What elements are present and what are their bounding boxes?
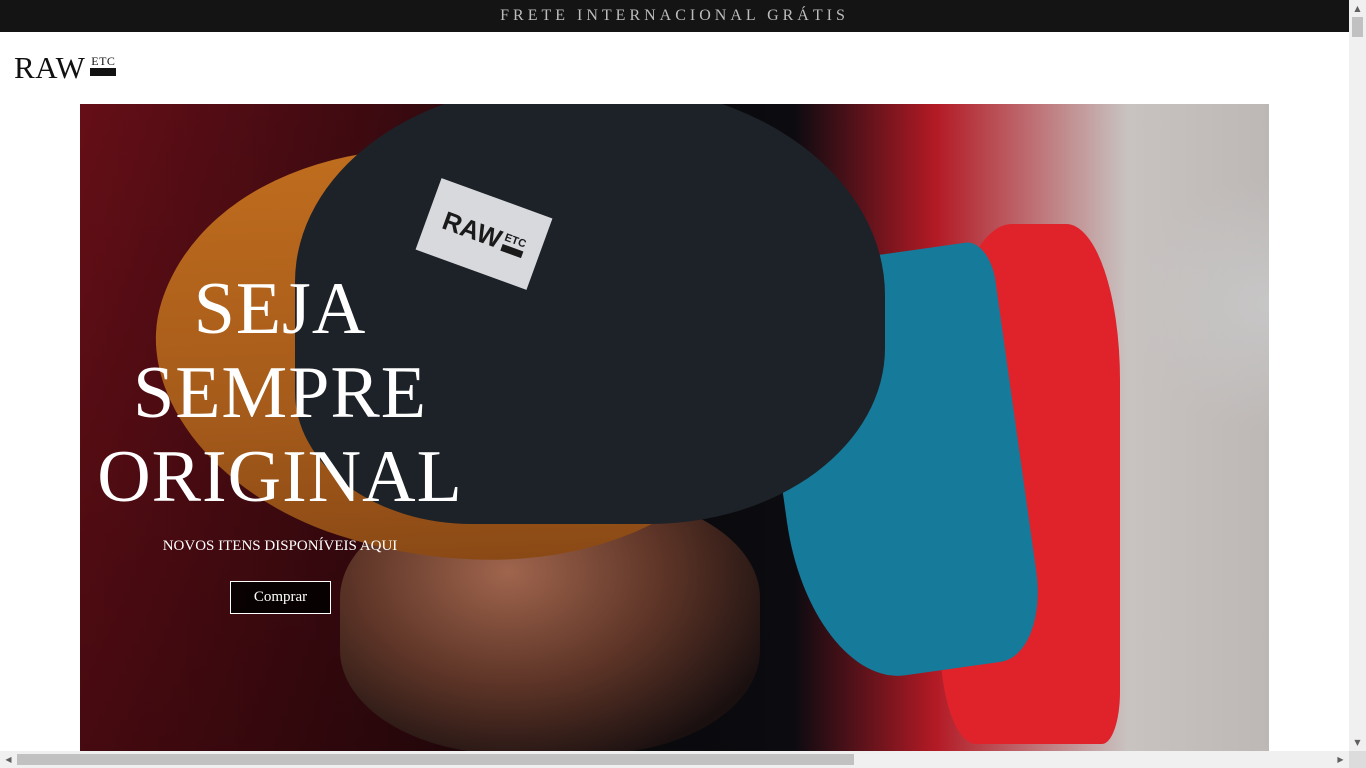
horizontal-scrollbar[interactable]: ◀ ▶ [0,751,1349,768]
scroll-down-icon[interactable]: ▼ [1349,734,1366,751]
headline-line-1: SEJA [193,268,367,350]
brand-bar [90,68,117,76]
announcement-bar: FRETE INTERNACIONAL GRÁTIS [0,0,1349,32]
scroll-right-icon[interactable]: ▶ [1332,751,1349,768]
vertical-scrollbar[interactable]: ▲ ▼ [1349,0,1366,751]
scroll-up-icon[interactable]: ▲ [1349,0,1366,17]
hero-text-block: SEJA SEMPRE ORIGINAL NOVOS ITENS DISPONÍ… [80,104,480,751]
horizontal-scroll-thumb[interactable] [17,754,854,765]
headline-line-3: ORIGINAL [97,436,463,518]
brand-logo[interactable]: RAW ETC [14,50,117,85]
scrollbar-corner [1349,751,1366,768]
hero-headline: SEJA SEMPRE ORIGINAL [80,267,480,519]
brand-name: RAW [14,50,86,85]
announcement-text: FRETE INTERNACIONAL GRÁTIS [500,7,849,24]
hero-subtitle: NOVOS ITENS DISPONÍVEIS AQUI [162,538,398,554]
shop-button[interactable]: Comprar [230,581,331,614]
headline-line-2: SEMPRE [133,352,427,434]
vertical-scroll-thumb[interactable] [1352,17,1363,37]
cap-label-side: ETC [500,231,528,258]
brand-suffix-block: ETC [90,54,117,76]
scroll-left-icon[interactable]: ◀ [0,751,17,768]
hero-banner: RAW ETC SEJA SEMPRE ORIGINAL NOVOS ITENS… [80,104,1269,751]
brand-suffix: ETC [91,54,116,68]
